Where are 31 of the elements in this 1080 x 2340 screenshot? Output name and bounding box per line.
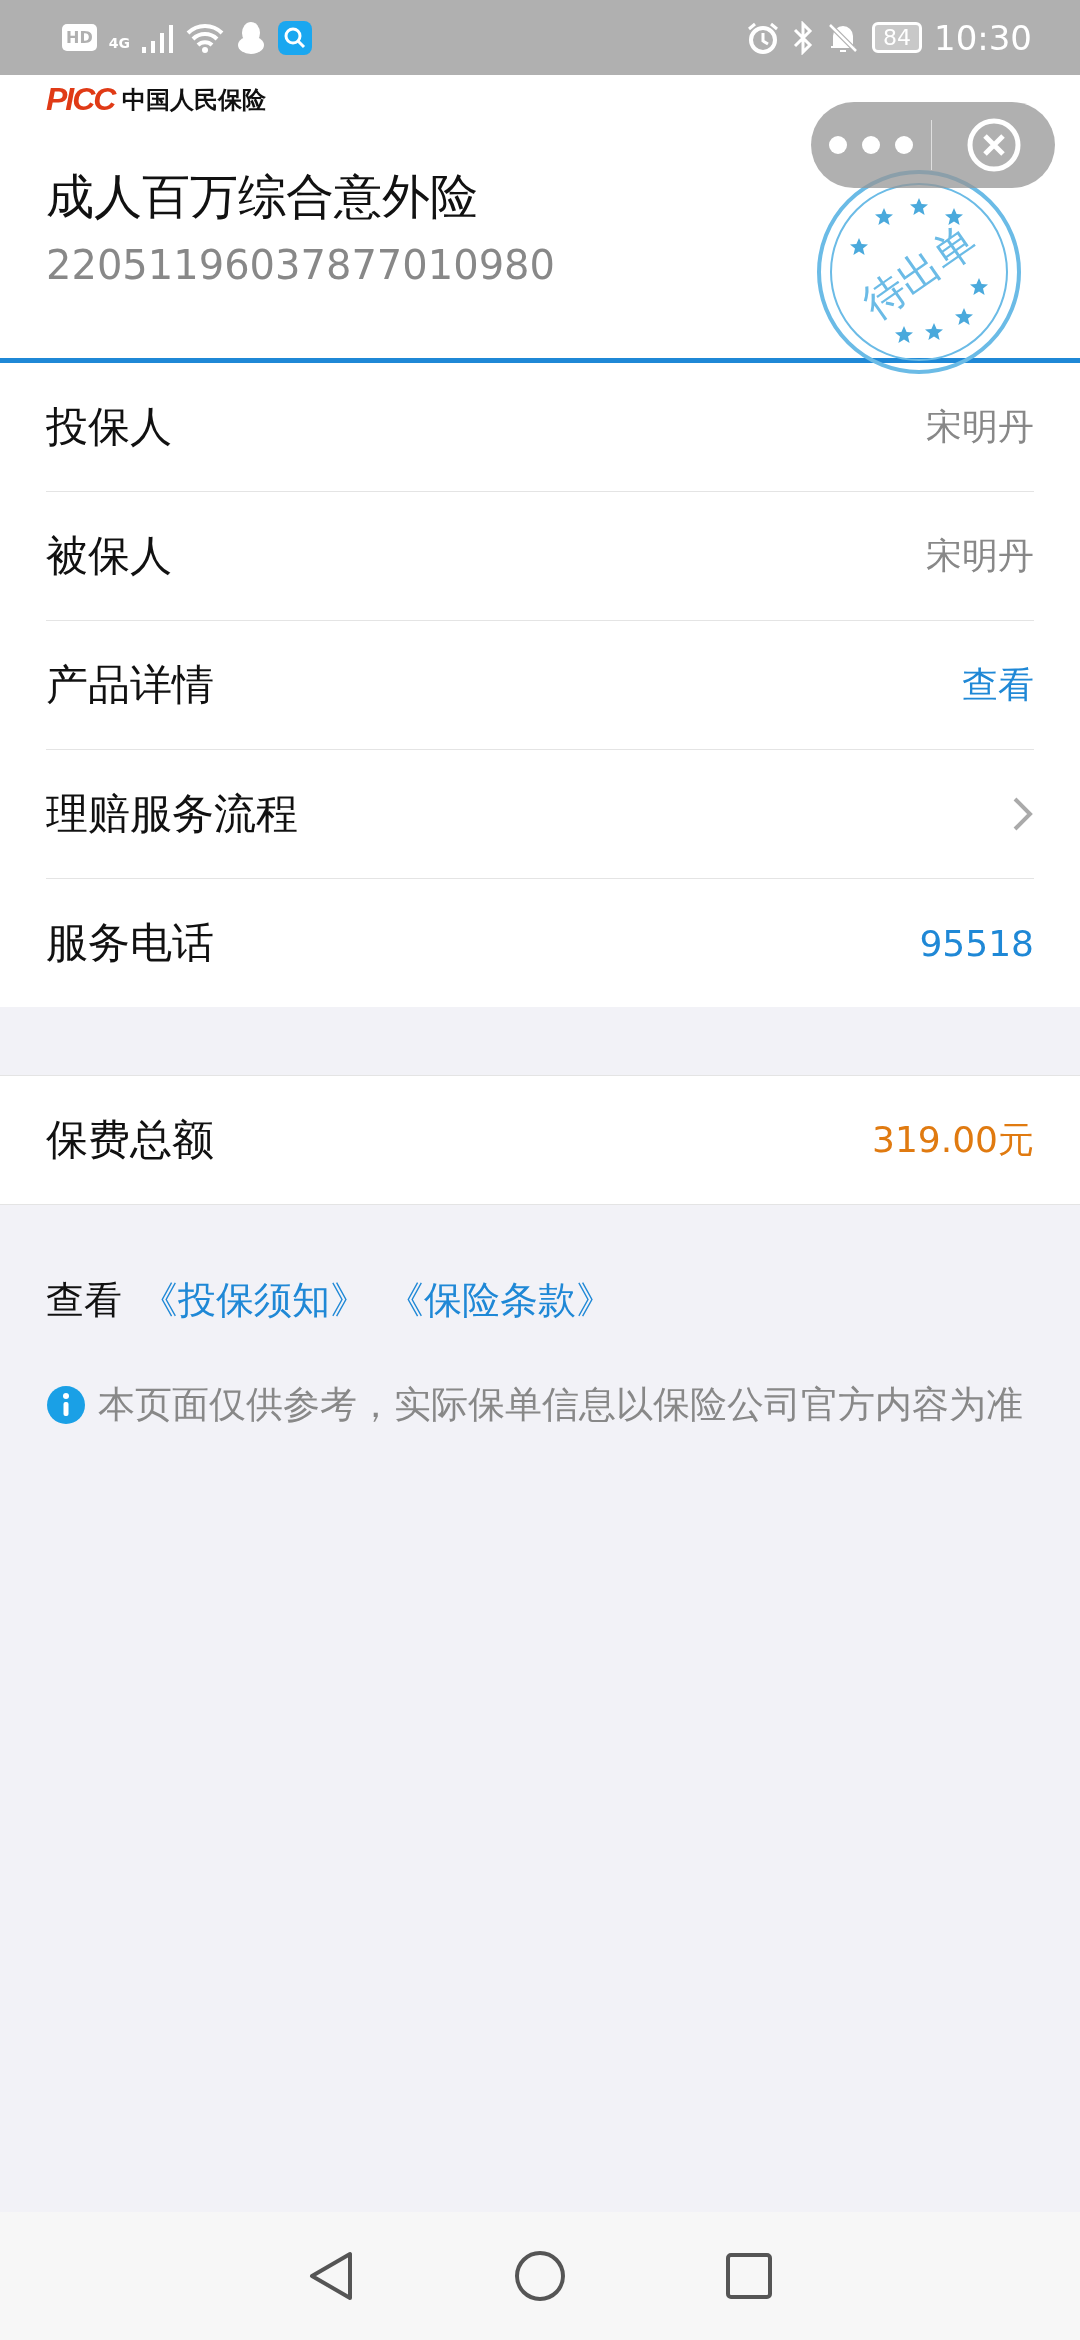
disclaimer-text: 本页面仅供参考，实际保单信息以保险公司官方内容为准 bbox=[98, 1382, 1024, 1428]
document-link[interactable]: 《投保须知》 bbox=[140, 1275, 368, 1326]
recents-icon[interactable] bbox=[726, 2253, 772, 2299]
logo-mark: PICC bbox=[46, 81, 115, 118]
back-icon[interactable] bbox=[308, 2251, 354, 2301]
signal-icon bbox=[141, 22, 174, 53]
logo-name: 中国人民保险 bbox=[122, 84, 267, 116]
home-icon[interactable] bbox=[514, 2250, 566, 2302]
policy-number: 22051196037877010980 bbox=[46, 241, 555, 290]
row-label: 产品详情 bbox=[46, 659, 214, 711]
document-link[interactable]: 《保险条款》 bbox=[386, 1275, 614, 1326]
wifi-icon bbox=[185, 22, 224, 53]
search-app-icon bbox=[277, 20, 312, 55]
row-label: 服务电话 bbox=[46, 917, 214, 969]
row-value: 宋明丹 bbox=[926, 404, 1034, 449]
row-label: 被保人 bbox=[46, 530, 172, 582]
row-link[interactable]: 95518 bbox=[919, 922, 1034, 964]
row-value: 319.00元 bbox=[872, 1117, 1034, 1162]
row-label: 理赔服务流程 bbox=[46, 788, 298, 840]
hd-badge: HD bbox=[62, 24, 97, 51]
bluetooth-icon bbox=[792, 20, 814, 55]
network-label: 4G bbox=[108, 34, 130, 51]
info-icon bbox=[46, 1385, 86, 1425]
alarm-icon bbox=[746, 20, 780, 55]
row-label: 投保人 bbox=[46, 401, 172, 453]
row-label: 保费总额 bbox=[46, 1114, 214, 1166]
documents-prefix: 查看 bbox=[46, 1277, 122, 1324]
clock: 10:30 bbox=[934, 17, 1032, 58]
row-link[interactable]: 查看 bbox=[962, 660, 1034, 710]
row-value: 宋明丹 bbox=[926, 533, 1034, 578]
policy-title: 成人百万综合意外险 bbox=[46, 167, 478, 226]
